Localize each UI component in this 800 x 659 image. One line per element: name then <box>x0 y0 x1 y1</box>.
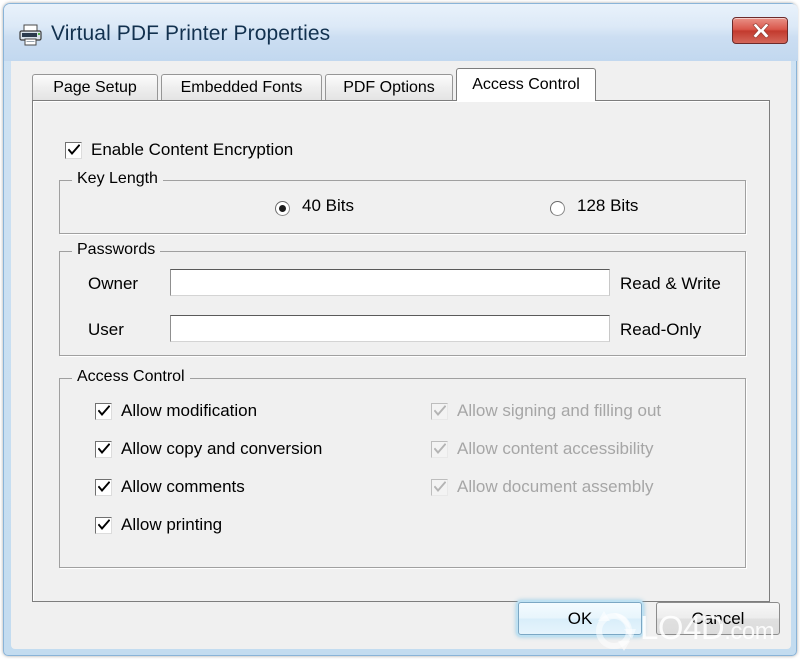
label-allow-signing-and-filling-out: Allow signing and filling out <box>457 401 662 420</box>
group-title-passwords: Passwords <box>72 241 161 259</box>
label-enable-content-encryption: Enable Content Encryption <box>91 140 294 159</box>
dialog-client-area: Page Setup Embedded Fonts PDF Options Ac… <box>11 61 791 649</box>
checkmark-icon <box>98 443 110 454</box>
label-allow-printing: Allow printing <box>121 515 223 534</box>
radio-40-bits[interactable] <box>275 201 290 216</box>
tab-panel-access-control: Enable Content Encryption Key Length 40 … <box>32 100 770 602</box>
checkmark-icon <box>434 405 446 416</box>
label-allow-content-accessibility: Allow content accessibility <box>457 439 654 458</box>
label-128-bits: 128 Bits <box>577 196 639 215</box>
group-title-key-length: Key Length <box>72 170 163 188</box>
label-user-permission: Read-Only <box>620 320 702 339</box>
checkbox-allow-signing-and-filling-out <box>431 403 448 420</box>
checkmark-icon <box>434 481 446 492</box>
close-x-icon <box>752 23 770 39</box>
label-owner: Owner <box>88 274 139 293</box>
group-passwords: Passwords Owner Read & Write User Read-O… <box>59 241 746 356</box>
radio-dot <box>279 205 286 212</box>
checkbox-allow-printing[interactable] <box>95 517 112 534</box>
group-access-control: Access Control Allow modification Allow … <box>59 368 746 568</box>
label-allow-modification: Allow modification <box>121 401 258 420</box>
label-40-bits: 40 Bits <box>302 196 354 215</box>
label-owner-permission: Read & Write <box>620 274 721 293</box>
checkbox-allow-document-assembly <box>431 479 448 496</box>
tab-pdf-options[interactable]: PDF Options <box>325 74 453 101</box>
label-allow-comments: Allow comments <box>121 477 245 496</box>
radio-128-bits[interactable] <box>550 201 565 216</box>
checkbox-allow-modification[interactable] <box>95 403 112 420</box>
ok-button[interactable]: OK <box>518 602 642 635</box>
tab-access-control[interactable]: Access Control <box>456 68 596 101</box>
window-title: Virtual PDF Printer Properties <box>51 22 331 45</box>
title-bar: Virtual PDF Printer Properties <box>4 4 798 61</box>
label-allow-document-assembly: Allow document assembly <box>457 477 654 496</box>
checkbox-allow-copy-and-conversion[interactable] <box>95 441 112 458</box>
checkbox-allow-comments[interactable] <box>95 479 112 496</box>
input-user-password[interactable] <box>170 315 610 342</box>
tab-page-setup[interactable]: Page Setup <box>32 74 158 101</box>
printer-icon <box>16 23 44 47</box>
group-title-access-control: Access Control <box>72 368 190 386</box>
window-frame: Virtual PDF Printer Properties Page Setu… <box>3 3 798 656</box>
label-user: User <box>88 320 124 339</box>
cancel-button[interactable]: Cancel <box>656 602 780 635</box>
close-button[interactable] <box>732 17 788 44</box>
group-key-length: Key Length 40 Bits 128 Bits <box>59 170 746 234</box>
tab-embedded-fonts[interactable]: Embedded Fonts <box>161 74 322 101</box>
checkmark-icon <box>98 405 110 416</box>
checkmark-icon <box>434 443 446 454</box>
checkmark-icon <box>98 519 110 530</box>
checkmark-icon <box>98 481 110 492</box>
input-owner-password[interactable] <box>170 269 610 296</box>
checkbox-enable-content-encryption[interactable] <box>65 142 82 159</box>
tab-strip: Page Setup Embedded Fonts PDF Options Ac… <box>32 68 770 101</box>
checkmark-icon <box>68 144 80 155</box>
checkbox-allow-content-accessibility <box>431 441 448 458</box>
label-allow-copy-and-conversion: Allow copy and conversion <box>121 439 323 458</box>
